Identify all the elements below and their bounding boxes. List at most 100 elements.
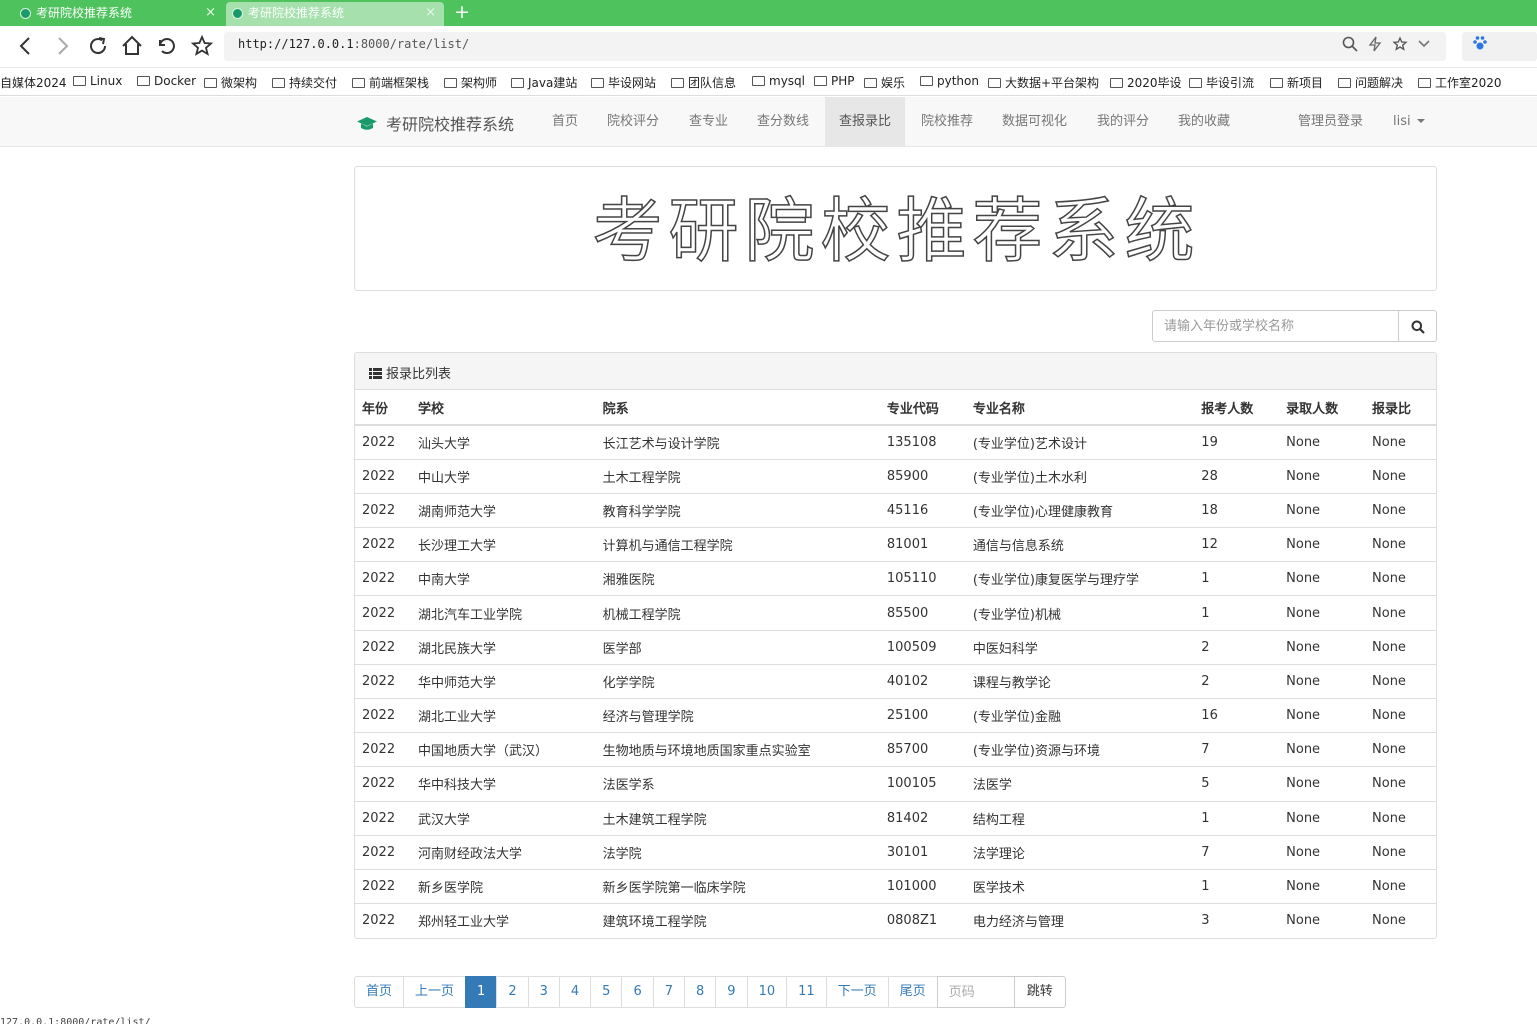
brand-title: 考研院校推荐系统 [386, 115, 515, 134]
column-header: 报录比 [1365, 390, 1436, 426]
bookmark-item[interactable]: 新项目 [1270, 74, 1323, 91]
cell-department: 长江艺术与设计学院 [595, 424, 880, 460]
bookmark-item[interactable]: 大数据+平台架构 [988, 74, 1099, 91]
pagination-page[interactable]: 6 [621, 976, 654, 1008]
cell-admitted: None [1279, 903, 1366, 938]
bookmark-item[interactable]: 团队信息 [671, 74, 736, 91]
bookmark-label: 微架构 [221, 76, 258, 90]
bookmark-item[interactable]: PHP [814, 74, 855, 88]
bookmark-item[interactable]: Docker [137, 74, 196, 88]
page-number-input[interactable] [936, 976, 1015, 1008]
address-bar[interactable]: http://127.0.0.1:8000/rate/list/ [224, 32, 1446, 61]
cell-year: 2022 [355, 663, 411, 699]
bookmark-item[interactable]: python [920, 74, 979, 88]
folder-icon [920, 76, 933, 86]
pagination-next[interactable]: 下一页 [825, 976, 889, 1008]
cell-admitted: None [1279, 561, 1366, 596]
search-input[interactable] [1152, 310, 1399, 342]
pagination-page[interactable]: 3 [527, 976, 560, 1008]
cell-department: 化学学院 [595, 663, 880, 699]
star-icon[interactable] [1392, 36, 1408, 56]
browser-tab[interactable]: 考研院校推荐系统 × [14, 2, 224, 26]
nav-admin-login[interactable]: 管理员登录 [1284, 97, 1377, 146]
arrow-left-icon[interactable] [14, 34, 38, 58]
bookmark-item[interactable]: 架构师 [444, 74, 497, 91]
nav-school-rating[interactable]: 院校评分 [593, 97, 673, 146]
pagination-page[interactable]: 1 [465, 976, 498, 1008]
cell-department: 法学院 [595, 834, 880, 870]
graduation-cap-icon [356, 116, 378, 130]
cell-department: 新乡医学院第一临床学院 [595, 868, 880, 904]
undo-icon[interactable] [154, 34, 178, 58]
new-tab-button[interactable]: + [454, 1, 470, 23]
nav-home[interactable]: 首页 [538, 97, 592, 146]
pagination-prev[interactable]: 上一页 [403, 976, 467, 1008]
column-header: 学校 [410, 390, 596, 426]
pagination-page[interactable]: 11 [786, 976, 827, 1008]
bookmark-item[interactable]: 问题解决 [1338, 74, 1403, 91]
bookmark-label: 2020毕设 [1127, 76, 1182, 90]
table-row: 2022 郑州轻工业大学 建筑环境工程学院 0808Z1 电力经济与管理 3 None Non… [355, 903, 1436, 938]
bookmark-item[interactable]: 工作室2020 [1418, 74, 1502, 91]
pagination-page[interactable]: 8 [684, 976, 717, 1008]
bookmark-item[interactable]: 微架构 [204, 74, 257, 91]
cell-year: 2022 [355, 527, 411, 562]
cell-ratio: None [1365, 629, 1436, 665]
cell-major-name: 电力经济与管理 [965, 903, 1195, 938]
zoom-icon[interactable] [1342, 36, 1358, 56]
folder-icon [591, 78, 604, 88]
close-tab-icon[interactable]: × [205, 2, 216, 24]
cell-major-code: 85500 [879, 595, 966, 631]
folder-icon [1418, 78, 1431, 88]
home-icon[interactable] [120, 34, 144, 58]
cell-applicants: 1 [1194, 561, 1280, 596]
pagination-page[interactable]: 4 [558, 976, 592, 1008]
nav-admission-ratio[interactable]: 查报录比 [825, 97, 906, 146]
table-row: 2022 中山大学 土木工程学院 85900 (专业学位)土木水利 28 None None [355, 458, 1436, 494]
nav-visualization[interactable]: 数据可视化 [988, 97, 1081, 146]
nav-my-ratings[interactable]: 我的评分 [1083, 97, 1163, 146]
lightning-icon[interactable] [1367, 36, 1383, 56]
go-to-page-button[interactable]: 跳转 [1013, 976, 1066, 1008]
nav-recommend[interactable]: 院校推荐 [907, 97, 987, 146]
bookmark-item[interactable]: 2020毕设 [1110, 74, 1182, 91]
bookmark-item[interactable]: 毕设引流 [1189, 74, 1254, 91]
search-button[interactable] [1398, 310, 1437, 342]
brand-link[interactable]: 考研院校推荐系统 [356, 111, 514, 135]
user-menu[interactable]: lisi [1379, 97, 1439, 146]
chevron-down-icon[interactable] [1417, 36, 1431, 54]
bookmark-item[interactable]: 娱乐 [864, 74, 905, 91]
cell-major-code: 30101 [879, 834, 966, 870]
bookmark-item[interactable]: Java建站 [511, 74, 577, 91]
close-tab-icon[interactable]: × [425, 2, 436, 24]
cell-admitted: None [1279, 868, 1366, 904]
reload-icon[interactable] [86, 34, 110, 58]
browser-tab-active[interactable]: 考研院校推荐系统 × [226, 2, 444, 26]
pagination-first[interactable]: 首页 [354, 976, 405, 1008]
pagination-page[interactable]: 9 [715, 976, 748, 1008]
cell-applicants: 7 [1194, 732, 1280, 767]
bookmark-item[interactable]: 持续交付 [272, 74, 337, 91]
search-engine-button[interactable] [1462, 32, 1537, 61]
nav-my-favorites[interactable]: 我的收藏 [1164, 97, 1244, 146]
arrow-right-icon[interactable] [50, 34, 74, 58]
bookmark-item[interactable]: 自媒体2024 [0, 74, 67, 91]
pagination-page[interactable]: 7 [652, 976, 685, 1008]
bookmark-item[interactable]: mysql [752, 74, 805, 88]
pagination-page[interactable]: 5 [590, 976, 623, 1008]
bookmark-item[interactable]: Linux [73, 74, 122, 88]
nav-score-lines[interactable]: 查分数线 [743, 97, 823, 146]
pagination-page[interactable]: 2 [496, 976, 529, 1008]
cell-admitted: None [1279, 492, 1366, 528]
pagination-page[interactable]: 10 [746, 976, 788, 1008]
cell-major-name: (专业学位)心理健康教育 [965, 492, 1195, 528]
bookmark-item[interactable]: 毕设网站 [591, 74, 656, 91]
nav-majors[interactable]: 查专业 [675, 97, 742, 146]
cell-major-code: 45116 [879, 492, 966, 528]
cell-school: 郑州轻工业大学 [410, 903, 596, 938]
cell-ratio: None [1365, 697, 1436, 733]
bookmark-item[interactable]: 前端框架栈 [352, 74, 429, 91]
pagination-last[interactable]: 尾页 [887, 976, 938, 1008]
star-icon[interactable] [190, 34, 214, 58]
bookmark-label: Java建站 [528, 76, 578, 90]
